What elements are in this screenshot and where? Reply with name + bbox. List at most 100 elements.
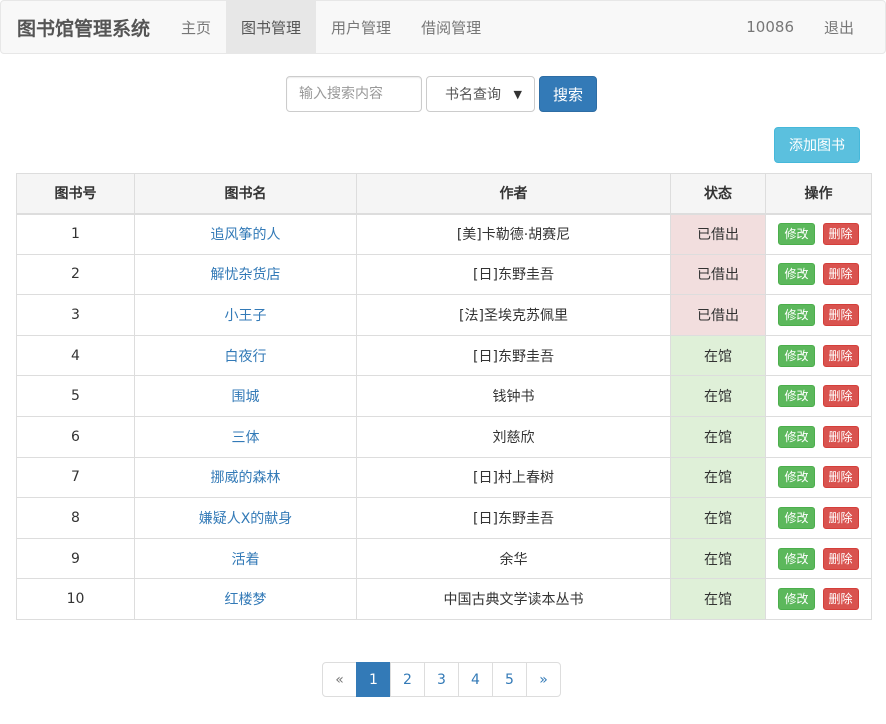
edit-button[interactable]: 修改 (778, 466, 815, 489)
cell-actions: 修改 删除 (765, 578, 872, 620)
delete-button[interactable]: 删除 (822, 385, 859, 408)
edit-button[interactable]: 修改 (778, 263, 815, 286)
delete-button[interactable]: 删除 (822, 466, 859, 489)
edit-button[interactable]: 修改 (778, 385, 815, 408)
books-table: 图书号 图书名 作者 状态 操作 1 追风筝的人 [美]卡勒德·胡赛尼 已借出 修改 删除… (16, 173, 872, 620)
table-row: 10 红楼梦 中国古典文学读本丛书 在馆 修改 删除 (16, 578, 872, 620)
delete-button[interactable]: 删除 (822, 223, 859, 246)
row-actions: 修改 删除 (766, 263, 871, 286)
cell-book-title-link[interactable]: 围城 (134, 375, 357, 417)
row-actions: 修改 删除 (766, 303, 871, 326)
row-actions: 修改 删除 (766, 344, 871, 367)
table-row: 8 嫌疑人X的献身 [日]东野圭吾 在馆 修改 删除 (16, 497, 872, 539)
page-1[interactable]: 1 (356, 662, 391, 697)
cell-book-id: 4 (16, 334, 135, 377)
cell-status: 已借出 (670, 294, 766, 336)
cell-author: [日]东野圭吾 (356, 497, 671, 539)
table-header-row: 图书号 图书名 作者 状态 操作 (16, 173, 872, 215)
logout-link[interactable]: 退出 (809, 1, 869, 53)
header-book-title: 图书名 (134, 173, 357, 215)
cell-book-title-link[interactable]: 三体 (134, 415, 357, 458)
cell-book-id: 1 (16, 213, 135, 255)
page-4[interactable]: 4 (458, 662, 493, 697)
delete-button[interactable]: 删除 (822, 303, 859, 326)
delete-button[interactable]: 删除 (822, 547, 859, 570)
cell-actions: 修改 删除 (765, 456, 872, 499)
delete-button[interactable]: 删除 (822, 588, 859, 611)
cell-author: 中国古典文学读本丛书 (356, 578, 671, 620)
delete-button[interactable]: 删除 (822, 263, 859, 286)
edit-button[interactable]: 修改 (778, 303, 815, 326)
search-input[interactable] (286, 76, 422, 112)
table-row: 7 挪威的森林 [日]村上春树 在馆 修改 删除 (16, 456, 872, 499)
cell-author: [日]东野圭吾 (356, 334, 671, 377)
page-prev[interactable]: « (322, 662, 357, 697)
cell-book-title-link[interactable]: 追风筝的人 (134, 213, 357, 255)
cell-author: 余华 (356, 537, 671, 580)
add-book-button[interactable]: 添加图书 (774, 127, 860, 163)
header-book-id: 图书号 (16, 173, 135, 215)
table-row: 5 围城 钱钟书 在馆 修改 删除 (16, 375, 872, 417)
cell-status: 在馆 (670, 537, 766, 580)
page-3[interactable]: 3 (424, 662, 459, 697)
cell-book-id: 8 (16, 497, 135, 539)
edit-button[interactable]: 修改 (778, 223, 815, 246)
row-actions: 修改 删除 (766, 466, 871, 489)
nav-item-home[interactable]: 主页 (166, 1, 226, 53)
cell-book-id: 3 (16, 294, 135, 336)
cell-book-id: 6 (16, 415, 135, 458)
app-brand[interactable]: 图书馆管理系统 (1, 1, 166, 53)
page-5[interactable]: 5 (492, 662, 527, 697)
cell-author: [日]东野圭吾 (356, 253, 671, 296)
page-next[interactable]: » (526, 662, 561, 697)
cell-book-id: 9 (16, 537, 135, 580)
edit-button[interactable]: 修改 (778, 344, 815, 367)
nav-item-user-management[interactable]: 用户管理 (316, 1, 406, 53)
search-mode-select[interactable]: 书名查询 ▼ (426, 76, 535, 112)
edit-button[interactable]: 修改 (778, 547, 815, 570)
cell-actions: 修改 删除 (765, 415, 872, 458)
caret-down-icon: ▼ (513, 87, 522, 101)
row-actions: 修改 删除 (766, 547, 871, 570)
top-navbar: 图书馆管理系统 主页 图书管理 用户管理 借阅管理 10086 退出 (0, 0, 886, 54)
delete-button[interactable]: 删除 (822, 344, 859, 367)
table-row: 9 活着 余华 在馆 修改 删除 (16, 537, 872, 580)
delete-button[interactable]: 删除 (822, 506, 859, 529)
user-id-link[interactable]: 10086 (731, 1, 809, 53)
pagination: « 1 2 3 4 5 » (322, 662, 561, 697)
cell-author: 钱钟书 (356, 375, 671, 417)
cell-actions: 修改 删除 (765, 375, 872, 417)
nav-item-borrow-management[interactable]: 借阅管理 (406, 1, 496, 53)
header-status: 状态 (670, 173, 766, 215)
search-mode-value: 书名查询 (445, 87, 501, 103)
delete-button[interactable]: 删除 (822, 425, 859, 448)
nav-item-book-management[interactable]: 图书管理 (226, 1, 317, 53)
cell-book-title-link[interactable]: 解忧杂货店 (134, 253, 357, 296)
table-row: 4 白夜行 [日]东野圭吾 在馆 修改 删除 (16, 334, 872, 377)
cell-book-id: 5 (16, 375, 135, 417)
cell-author: 刘慈欣 (356, 415, 671, 458)
row-actions: 修改 删除 (766, 425, 871, 448)
cell-book-title-link[interactable]: 活着 (134, 537, 357, 580)
nav-menu: 主页 图书管理 用户管理 借阅管理 (166, 1, 496, 53)
cell-book-title-link[interactable]: 白夜行 (134, 334, 357, 377)
cell-status: 在馆 (670, 334, 766, 377)
edit-button[interactable]: 修改 (778, 588, 815, 611)
cell-book-title-link[interactable]: 嫌疑人X的献身 (134, 497, 357, 539)
cell-book-id: 10 (16, 578, 135, 620)
cell-actions: 修改 删除 (765, 294, 872, 336)
cell-status: 已借出 (670, 253, 766, 296)
cell-status: 在馆 (670, 415, 766, 458)
page-2[interactable]: 2 (390, 662, 425, 697)
cell-book-title-link[interactable]: 小王子 (134, 294, 357, 336)
edit-button[interactable]: 修改 (778, 506, 815, 529)
cell-book-title-link[interactable]: 红楼梦 (134, 578, 357, 620)
table-row: 2 解忧杂货店 [日]东野圭吾 已借出 修改 删除 (16, 253, 872, 296)
cell-status: 已借出 (670, 213, 766, 255)
cell-book-title-link[interactable]: 挪威的森林 (134, 456, 357, 499)
cell-status: 在馆 (670, 497, 766, 539)
search-button[interactable]: 搜索 (539, 76, 598, 112)
edit-button[interactable]: 修改 (778, 425, 815, 448)
row-actions: 修改 删除 (766, 506, 871, 529)
row-actions: 修改 删除 (766, 385, 871, 408)
